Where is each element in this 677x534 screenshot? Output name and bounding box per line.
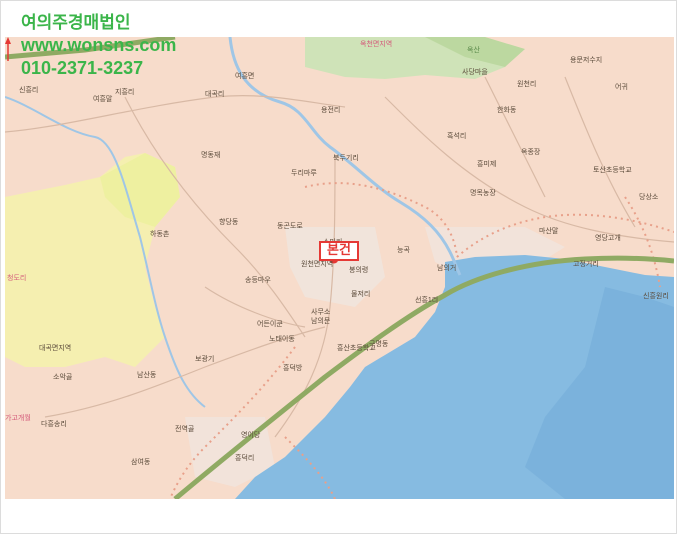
map-label: 소악골 — [53, 374, 73, 381]
map-label: 옥천면지역 — [360, 41, 393, 48]
map-label: 다흥송리 — [41, 421, 67, 428]
map-label: 보광기 — [195, 356, 215, 363]
map-label: 어귀 — [615, 84, 628, 91]
map-label: 영이당 — [241, 432, 261, 439]
map-label: 흥덕리 — [235, 455, 255, 462]
map-label: 흥덕방 — [283, 365, 303, 372]
map-label: 신흥원리 — [643, 293, 669, 300]
contact-overlay: 여의주경매법인 www.wonsns.com 010-2371-3237 — [21, 11, 176, 80]
map-label: 동곤도로 — [277, 223, 303, 230]
company-name: 여의주경매법인 — [21, 13, 131, 32]
map-label: 청도리 — [7, 275, 27, 282]
map-label: 여흥면 — [235, 73, 255, 80]
map-canvas[interactable]: 옥천면지역 신흥리 여흥말 지흥리 여흥면 대곡리 옥산 용문저수지 사당마을 … — [5, 37, 674, 499]
website-text: www.wonsns.com — [21, 35, 177, 55]
map-label: 고정거리 — [573, 261, 599, 268]
phone-number: 010-2371-3237 — [21, 58, 144, 78]
map-label: 선흥1리 — [415, 297, 439, 304]
map-label: 두리마루 — [291, 170, 317, 177]
map-label: 명동재 — [201, 152, 221, 159]
map-label: 옥종장 — [521, 149, 541, 156]
map-label: 토산초등학교 — [593, 167, 632, 174]
map-label: 남의거 — [437, 265, 457, 272]
map-label: 향당동 — [219, 219, 239, 226]
map-label: 원천리 — [517, 81, 537, 88]
map-label: 여흥말 — [93, 96, 113, 103]
map-label: 봉의령 — [349, 267, 369, 274]
map-label: 대곡리 — [205, 91, 225, 98]
map-label: 신흥리 — [19, 87, 39, 94]
map-label: 물저리 — [351, 291, 371, 298]
map-label: 당상소 — [639, 194, 659, 201]
property-marker-label[interactable]: 본건 — [319, 241, 359, 261]
map-label: 마산말 — [539, 228, 559, 235]
map-label: 하동촌 — [150, 231, 170, 238]
map-label: 가고개월 — [5, 415, 31, 422]
map-label: 지흥리 — [115, 89, 135, 96]
map-label: 노태이동 — [269, 336, 295, 343]
map-label: 용전리 — [321, 107, 341, 114]
map-label: 능곡 — [397, 247, 410, 254]
map-label: 남산동 — [137, 372, 157, 379]
map-label: 삼여동 — [131, 459, 151, 466]
map-label: 흥미제 — [477, 161, 497, 168]
map-label: 옥산 — [467, 47, 480, 54]
marker-arrow — [5, 37, 11, 61]
map-label: 대곡면지역 — [39, 345, 72, 352]
map-label: 사당마을 — [462, 69, 488, 76]
image-frame: 옥천면지역 신흥리 여흥말 지흥리 여흥면 대곡리 옥산 용문저수지 사당마을 … — [0, 0, 677, 534]
map-label: 한화동 — [497, 107, 517, 114]
map-label: 북두기리 — [333, 155, 359, 162]
map-label: 용문저수지 — [570, 57, 603, 64]
map-label: 흥산초등학교 — [337, 345, 376, 352]
map-label: 남의문 — [311, 318, 331, 325]
map-label: 송등마우 — [245, 277, 271, 284]
map-label: 전역골 — [175, 426, 195, 433]
map-label: 어든이쿤 — [257, 321, 283, 328]
map-label: 흑석리 — [447, 133, 467, 140]
map-label: 영당고개 — [595, 235, 621, 242]
map-label: 명목농장 — [470, 190, 496, 197]
